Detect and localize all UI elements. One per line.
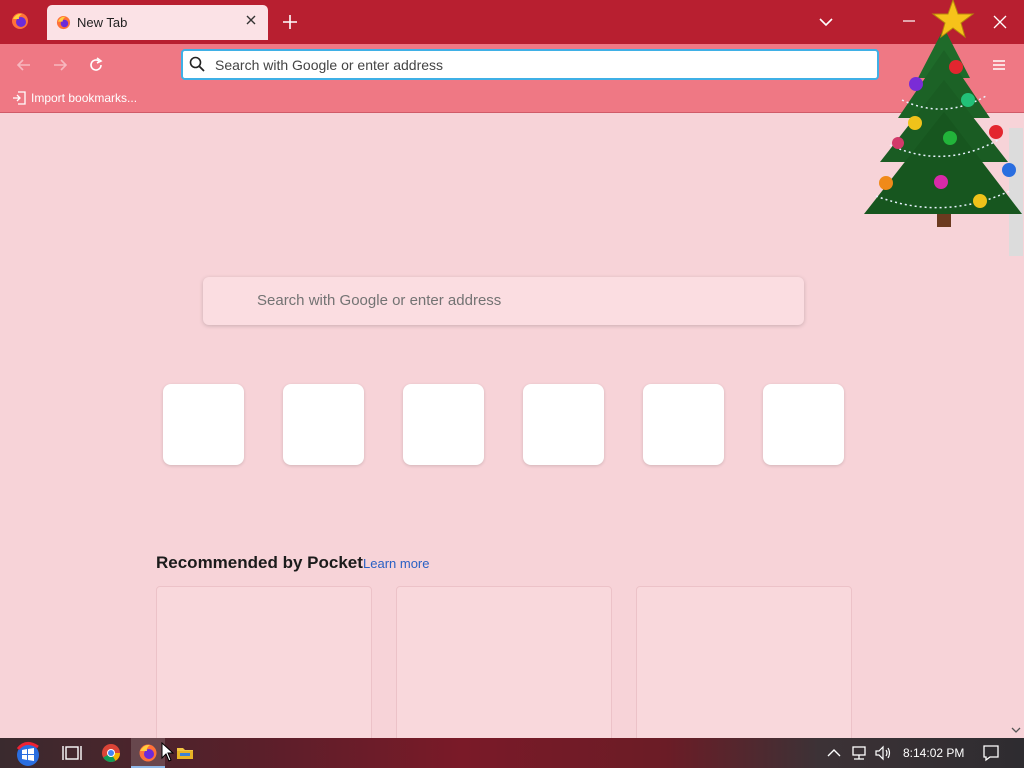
forward-arrow-icon[interactable]	[51, 56, 69, 74]
action-center-icon[interactable]	[982, 744, 1000, 762]
import-bookmarks-label: Import bookmarks...	[31, 91, 138, 105]
top-site-tile[interactable]	[403, 384, 484, 465]
pocket-heading: Recommended by Pocket	[156, 553, 363, 572]
task-view-icon[interactable]	[62, 743, 82, 763]
pocket-learn-more-link[interactable]: Learn more	[363, 556, 429, 571]
taskbar-clock[interactable]: 8:14:02 PM	[903, 746, 964, 760]
top-site-tile[interactable]	[763, 384, 844, 465]
import-bookmarks-button[interactable]: Import bookmarks...	[12, 91, 137, 105]
new-tab-button[interactable]	[280, 12, 300, 32]
reload-icon[interactable]	[87, 56, 105, 74]
volume-icon[interactable]	[874, 745, 892, 761]
top-sites	[163, 384, 844, 465]
chrome-icon[interactable]	[101, 743, 121, 763]
start-icon[interactable]	[12, 741, 44, 767]
tab-title: New Tab	[77, 15, 128, 30]
pocket-card[interactable]	[156, 586, 372, 738]
url-input[interactable]	[215, 54, 855, 76]
search-icon	[189, 56, 205, 72]
new-tab-page: Search with Google or enter address Reco…	[0, 113, 1008, 738]
firefox-app-icon[interactable]	[10, 11, 30, 31]
firefox-favicon-icon	[56, 15, 71, 30]
pocket-card[interactable]	[396, 586, 612, 738]
windows-taskbar: 8:14:02 PM	[0, 738, 1024, 768]
import-icon	[13, 91, 26, 105]
url-bar[interactable]	[181, 49, 879, 80]
christmas-tree-decoration	[864, 0, 1022, 227]
pocket-cards	[156, 586, 852, 738]
pocket-card[interactable]	[636, 586, 852, 738]
top-site-tile[interactable]	[163, 384, 244, 465]
file-explorer-icon[interactable]	[175, 743, 195, 763]
show-hidden-icons-chevron-icon[interactable]	[826, 746, 842, 760]
close-tab-icon[interactable]	[244, 13, 258, 27]
firefox-icon[interactable]	[138, 743, 158, 763]
top-site-tile[interactable]	[283, 384, 364, 465]
mouse-cursor-icon	[161, 742, 175, 762]
top-site-tile[interactable]	[523, 384, 604, 465]
back-arrow-icon[interactable]	[15, 56, 33, 74]
newtab-search-box[interactable]: Search with Google or enter address	[203, 277, 804, 325]
network-icon[interactable]	[850, 745, 868, 761]
list-all-tabs-icon[interactable]	[818, 14, 834, 30]
newtab-search-placeholder: Search with Google or enter address	[257, 292, 502, 309]
top-site-tile[interactable]	[643, 384, 724, 465]
tab-new-tab[interactable]: New Tab	[47, 5, 268, 40]
scroll-down-arrow-icon[interactable]	[1011, 725, 1021, 735]
